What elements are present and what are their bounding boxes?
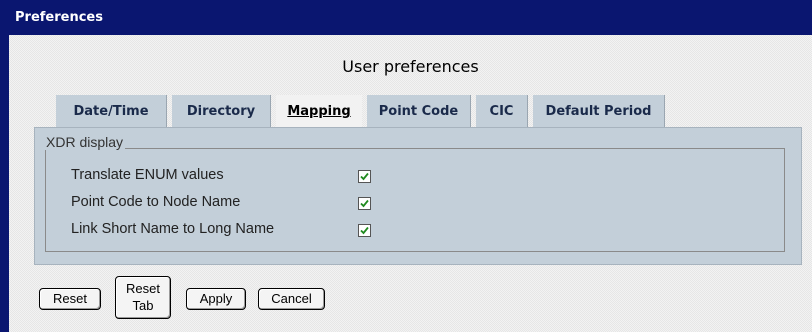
tab-point-code[interactable]: Point Code: [367, 95, 471, 128]
link-short-to-long-label: Link Short Name to Long Name: [71, 221, 275, 237]
apply-button[interactable]: Apply: [186, 288, 246, 310]
checkmark-icon: [360, 172, 369, 181]
cancel-button[interactable]: Cancel: [258, 288, 325, 310]
reset-tab-label-line1: Reset: [126, 281, 160, 296]
page-subtitle: User preferences: [342, 57, 479, 76]
reset-tab-label-line2: Tab: [132, 298, 154, 313]
checkmark-icon: [360, 199, 369, 208]
tab-default-period[interactable]: Default Period: [533, 95, 665, 128]
translate-enum-label: Translate ENUM values: [71, 167, 224, 183]
tab-cic[interactable]: CIC: [476, 95, 528, 128]
reset-button[interactable]: Reset: [39, 288, 101, 310]
point-code-to-node-checkbox[interactable]: [358, 197, 371, 210]
link-short-to-long-checkbox[interactable]: [358, 224, 371, 237]
xdr-display-legend: XDR display: [44, 134, 126, 150]
reset-tab-button[interactable]: Reset Tab: [115, 276, 171, 319]
tab-panel-mapping: XDR display Translate ENUM values Point …: [34, 127, 802, 265]
tab-date-time[interactable]: Date/Time: [56, 95, 167, 128]
translate-enum-checkbox[interactable]: [358, 170, 371, 183]
tab-directory[interactable]: Directory: [172, 95, 271, 128]
point-code-to-node-label: Point Code to Node Name: [71, 194, 241, 210]
checkmark-icon: [360, 226, 369, 235]
preferences-window: Preferences User preferences Date/Time D…: [0, 0, 812, 332]
tab-mapping[interactable]: Mapping: [276, 95, 362, 128]
window-title: Preferences: [9, 0, 812, 35]
